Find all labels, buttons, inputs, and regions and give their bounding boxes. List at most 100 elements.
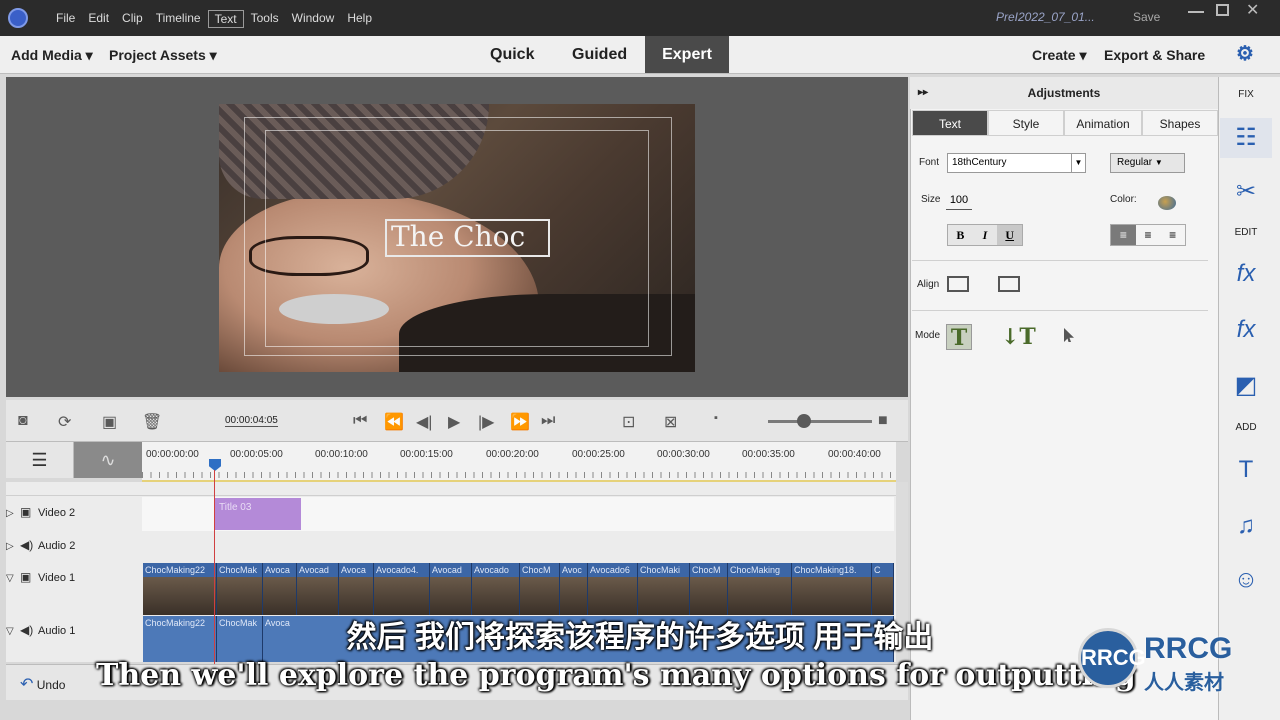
goto-end-icon[interactable]: ⏭ bbox=[541, 412, 555, 430]
video-clip[interactable]: ChocMak bbox=[217, 563, 263, 615]
chevron-down-icon[interactable]: ▼ bbox=[1071, 154, 1085, 172]
undo-icon: ↶ bbox=[20, 676, 34, 693]
expand-arrow-icon[interactable]: ▷ bbox=[6, 541, 20, 552]
video-clip[interactable]: Avocad bbox=[297, 563, 339, 615]
track-header-video2[interactable]: ▷ ▣ Video 2 bbox=[6, 505, 75, 519]
tools-icon[interactable]: ✂ bbox=[1232, 178, 1260, 206]
tab-expert[interactable]: Expert bbox=[645, 36, 729, 73]
menu-tools[interactable]: Tools bbox=[245, 10, 285, 28]
align-vertical-icon[interactable] bbox=[998, 276, 1020, 292]
video-clip[interactable]: Avoc bbox=[560, 563, 588, 615]
video-clip[interactable]: Avocado6 bbox=[588, 563, 638, 615]
track-header-audio2[interactable]: ▷ ◀) Audio 2 bbox=[6, 538, 75, 552]
video-clip[interactable]: C bbox=[872, 563, 894, 615]
video-clip[interactable]: Avocado4. bbox=[374, 563, 430, 615]
horizontal-type-icon[interactable]: T bbox=[946, 324, 972, 351]
menu-file[interactable]: File bbox=[50, 10, 81, 28]
vertical-type-icon[interactable]: ↓T bbox=[1001, 324, 1036, 350]
ruler-mark: 00:00:10:00 bbox=[315, 449, 368, 460]
track-header-video1[interactable]: ▽ ▣ Video 1 bbox=[6, 570, 75, 584]
video-clip[interactable]: ChocM bbox=[520, 563, 560, 615]
zoom-slider-knob[interactable] bbox=[797, 414, 811, 428]
menu-edit[interactable]: Edit bbox=[82, 10, 115, 28]
bold-button[interactable]: B bbox=[948, 225, 973, 245]
rotate-icon[interactable]: ⟳ bbox=[58, 412, 71, 432]
fit-icon[interactable]: ⊠ bbox=[664, 412, 677, 432]
step-forward-icon[interactable]: |▶ bbox=[478, 412, 494, 432]
trash-icon[interactable]: 🗑 bbox=[142, 412, 162, 432]
tab-animation[interactable]: Animation bbox=[1064, 110, 1142, 136]
collapse-panel-icon[interactable]: ▸▸ bbox=[918, 77, 928, 109]
title-text-box[interactable]: The Choc bbox=[385, 219, 550, 257]
step-back-icon[interactable]: ◀| bbox=[416, 412, 432, 432]
play-icon[interactable]: ▶ bbox=[448, 412, 460, 432]
menu-timeline[interactable]: Timeline bbox=[150, 10, 207, 28]
music-icon[interactable]: ♫ bbox=[1232, 512, 1260, 540]
align-horizontal-icon[interactable] bbox=[947, 276, 969, 292]
tab-quick[interactable]: Quick bbox=[478, 36, 546, 73]
menu-window[interactable]: Window bbox=[286, 10, 341, 28]
video-clip[interactable]: ChocMaki bbox=[638, 563, 690, 615]
expand-arrow-icon[interactable]: ▷ bbox=[6, 508, 20, 519]
applied-effects-icon[interactable]: fx bbox=[1232, 260, 1260, 288]
effects-icon[interactable]: fx bbox=[1232, 316, 1260, 344]
align-center-icon[interactable]: ≡ bbox=[1136, 225, 1161, 245]
project-assets-button[interactable]: Project Assets ▾ bbox=[109, 47, 217, 64]
video-clip[interactable]: ChocMaking18. bbox=[792, 563, 872, 615]
video-clip[interactable]: Avoca bbox=[339, 563, 374, 615]
create-button[interactable]: Create ▾ bbox=[1032, 47, 1087, 64]
zoom-slider[interactable] bbox=[768, 420, 872, 423]
timecode-display[interactable]: 00:00:04:05 bbox=[225, 415, 278, 427]
video-clip[interactable]: ChocMaking22 bbox=[143, 563, 217, 615]
titles-icon[interactable]: T bbox=[1232, 456, 1260, 484]
size-input[interactable]: 100 bbox=[946, 190, 972, 210]
ruler-mark: 00:00:40:00 bbox=[828, 449, 881, 460]
tab-text[interactable]: Text bbox=[912, 110, 988, 136]
video-clip[interactable]: ChocM bbox=[690, 563, 728, 615]
tab-shapes[interactable]: Shapes bbox=[1142, 110, 1218, 136]
render-icon[interactable]: ⊡ bbox=[622, 412, 635, 432]
font-dropdown[interactable]: 18thCentury ▼ bbox=[947, 153, 1086, 173]
color-picker-icon[interactable] bbox=[1158, 196, 1176, 210]
graphics-icon[interactable]: ☺ bbox=[1232, 566, 1260, 594]
title-clip[interactable]: Title 03 bbox=[215, 498, 301, 530]
undo-button[interactable]: ↶ Undo bbox=[20, 674, 65, 694]
font-label: Font bbox=[919, 157, 940, 168]
menu-help[interactable]: Help bbox=[341, 10, 378, 28]
maximize-icon[interactable] bbox=[1216, 4, 1229, 16]
frame-icon[interactable]: ▣ bbox=[102, 412, 117, 432]
watermark-brand: RRCG bbox=[1144, 632, 1233, 665]
adjustments-icon[interactable]: ☷ bbox=[1220, 118, 1272, 158]
audio-waveform-tab[interactable]: ∿ bbox=[74, 442, 142, 478]
settings-gear-icon[interactable]: ⚙ bbox=[1236, 44, 1256, 64]
align-right-icon[interactable]: ≡ bbox=[1160, 225, 1185, 245]
zoom-in-icon[interactable]: ■ bbox=[878, 412, 888, 430]
tab-guided[interactable]: Guided bbox=[560, 36, 639, 73]
transitions-icon[interactable]: ◩ bbox=[1232, 372, 1260, 400]
underline-button[interactable]: U bbox=[997, 225, 1023, 245]
export-share-button[interactable]: Export & Share bbox=[1104, 47, 1205, 63]
video-clip[interactable]: Avocado bbox=[472, 563, 520, 615]
align-left-icon[interactable]: ≡ bbox=[1111, 225, 1136, 245]
video-clip[interactable]: Avoca bbox=[263, 563, 297, 615]
divider bbox=[912, 260, 1208, 261]
add-media-button[interactable]: Add Media ▾ bbox=[11, 47, 93, 64]
timeline-ruler[interactable]: 00:00:00:00 00:00:05:00 00:00:10:00 00:0… bbox=[142, 442, 896, 482]
menu-text[interactable]: Text bbox=[207, 10, 244, 28]
collapse-arrow-icon[interactable]: ▽ bbox=[6, 573, 20, 584]
tab-style[interactable]: Style bbox=[988, 110, 1064, 136]
snapshot-icon[interactable]: ◙ bbox=[18, 412, 28, 430]
menu-clip[interactable]: Clip bbox=[116, 10, 149, 28]
save-button[interactable]: Save bbox=[1133, 10, 1160, 24]
rewind-icon[interactable]: ⏪ bbox=[384, 412, 404, 432]
timeline-tracks-tab[interactable]: ☰ bbox=[6, 442, 74, 478]
video-clip[interactable]: ChocMaking bbox=[728, 563, 792, 615]
minimize-icon[interactable] bbox=[1188, 4, 1204, 13]
close-icon[interactable]: ✕ bbox=[1246, 0, 1262, 19]
italic-button[interactable]: I bbox=[973, 225, 998, 245]
goto-start-icon[interactable]: ⏮ bbox=[353, 412, 367, 430]
video-clip[interactable]: Avocad bbox=[430, 563, 472, 615]
fast-forward-icon[interactable]: ⏩ bbox=[510, 412, 530, 432]
zoom-out-icon[interactable]: ▪ bbox=[714, 412, 718, 424]
font-style-dropdown[interactable]: Regular ▼ bbox=[1110, 153, 1185, 173]
